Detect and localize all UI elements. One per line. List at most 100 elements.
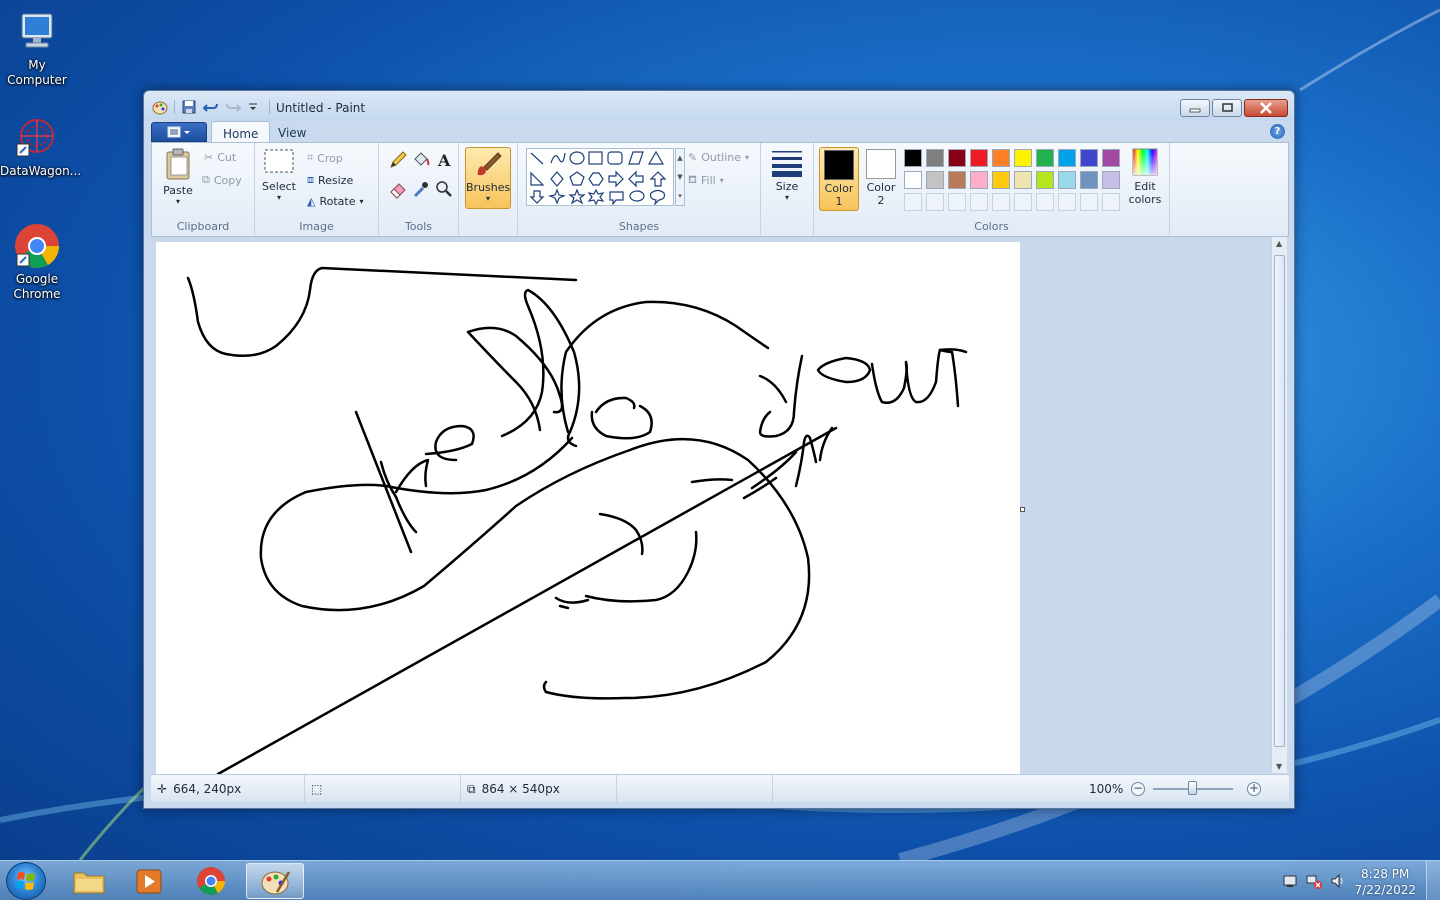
color2-button[interactable]: Color 2 <box>862 147 900 209</box>
action-center-icon[interactable] <box>1282 873 1298 892</box>
taskbar-explorer[interactable] <box>60 863 118 899</box>
taskbar-paint[interactable] <box>246 863 304 899</box>
paint-app-icon[interactable] <box>152 99 168 115</box>
help-icon[interactable]: ? <box>1270 124 1285 139</box>
cursor-position: ✛ 664, 240px <box>151 775 305 803</box>
taskbar-media-player[interactable] <box>120 863 178 899</box>
custom-color-slot[interactable] <box>926 193 944 211</box>
redo-icon[interactable] <box>225 99 242 115</box>
zoom-in-button[interactable]: + <box>1247 782 1261 796</box>
scroll-down-icon[interactable]: ▼ <box>1276 762 1282 771</box>
color1-button[interactable]: Color 1 <box>819 147 859 211</box>
palette-swatch[interactable] <box>948 171 966 189</box>
paint-menu-button[interactable] <box>151 122 207 142</box>
palette-swatch[interactable] <box>1014 171 1032 189</box>
crop-button[interactable]: ⌗ Crop <box>307 151 343 165</box>
custom-color-slot[interactable] <box>1036 193 1054 211</box>
volume-icon[interactable] <box>1330 873 1346 892</box>
palette-swatch[interactable] <box>904 149 922 167</box>
zoom-slider-thumb[interactable] <box>1188 781 1197 795</box>
show-desktop-button[interactable] <box>1426 861 1440 900</box>
undo-icon[interactable] <box>202 99 219 115</box>
custom-color-slot[interactable] <box>948 193 966 211</box>
size-button[interactable]: Size ▾ <box>767 147 807 202</box>
chevron-down-icon: ▾ <box>175 197 180 206</box>
color2-label: Color <box>866 181 896 194</box>
palette-swatch[interactable] <box>1080 171 1098 189</box>
brushes-button[interactable]: Brushes ▾ <box>465 147 511 209</box>
selection-icon: ⬚ <box>311 782 323 796</box>
palette-swatch[interactable] <box>926 149 944 167</box>
minimize-button[interactable] <box>1180 99 1210 117</box>
maximize-button[interactable] <box>1212 99 1242 117</box>
desktop-icon-google-chrome[interactable]: Google Chrome <box>0 222 74 302</box>
palette-swatch[interactable] <box>992 171 1010 189</box>
custom-color-slot[interactable] <box>1102 193 1120 211</box>
start-button[interactable] <box>6 862 46 900</box>
palette-swatch[interactable] <box>970 171 988 189</box>
custom-color-slot[interactable] <box>992 193 1010 211</box>
palette-swatch[interactable] <box>948 149 966 167</box>
scrollbar-thumb[interactable] <box>1274 255 1285 747</box>
outline-icon: ✎ <box>688 151 698 164</box>
fill-button[interactable]: ⛾ Fill ▾ <box>688 173 724 188</box>
text-icon[interactable]: A <box>433 149 453 170</box>
palette-swatch[interactable] <box>1080 149 1098 167</box>
chevron-down-icon: ▾ <box>745 153 750 162</box>
save-icon[interactable] <box>181 99 197 115</box>
palette-swatch[interactable] <box>904 171 922 189</box>
palette-swatch[interactable] <box>1102 149 1120 167</box>
magnifier-icon[interactable] <box>433 178 453 198</box>
customize-qat-icon[interactable] <box>247 99 263 115</box>
clock[interactable]: 8:28 PM 7/22/2022 <box>1354 866 1416 898</box>
custom-color-slot[interactable] <box>1058 193 1076 211</box>
palette-swatch[interactable] <box>1014 149 1032 167</box>
tab-home[interactable]: Home <box>211 121 271 143</box>
status-bar: ✛ 664, 240px ⬚ ⧉ 864 × 540px 100% − + <box>151 774 1289 803</box>
drawing-canvas[interactable] <box>156 242 1020 778</box>
palette-swatch[interactable] <box>1036 171 1054 189</box>
shapes-scroll[interactable]: ▲ ▼ ▾ <box>675 148 685 206</box>
title-bar[interactable]: Untitled - Paint <box>144 91 1294 121</box>
eraser-icon[interactable] <box>387 178 407 199</box>
custom-color-slot[interactable] <box>1014 193 1032 211</box>
select-button[interactable]: Select ▾ <box>259 147 299 202</box>
resize-button[interactable]: ⧈ Resize <box>307 173 353 187</box>
copy-button[interactable]: ⧉ Copy <box>202 173 242 187</box>
desktop-icon-datawagon[interactable]: DataWagon... <box>0 114 81 179</box>
resize-label: Resize <box>318 173 354 187</box>
custom-color-slot[interactable] <box>1080 193 1098 211</box>
edit-colors-label-2: colors <box>1128 193 1162 206</box>
palette-swatch[interactable] <box>1036 149 1054 167</box>
outline-button[interactable]: ✎ Outline ▾ <box>688 151 749 164</box>
network-icon[interactable] <box>1306 873 1322 892</box>
palette-swatch[interactable] <box>992 149 1010 167</box>
tab-view[interactable]: View <box>267 121 317 143</box>
shapes-group-label: Shapes <box>618 220 660 233</box>
rainbow-palette-icon <box>1132 148 1158 176</box>
copy-icon: ⧉ <box>202 173 210 186</box>
palette-swatch[interactable] <box>970 149 988 167</box>
desktop-icon-my-computer[interactable]: My Computer <box>0 8 74 88</box>
palette-swatch[interactable] <box>1102 171 1120 189</box>
canvas-resize-handle[interactable] <box>1020 507 1025 512</box>
paste-button[interactable]: Paste ▾ <box>157 147 199 206</box>
fill-bucket-icon[interactable] <box>410 149 430 169</box>
palette-swatch[interactable] <box>926 171 944 189</box>
taskbar-chrome[interactable] <box>182 863 240 899</box>
palette-swatch[interactable] <box>1058 149 1076 167</box>
edit-colors-button[interactable]: Edit colors <box>1124 147 1166 206</box>
custom-color-slot[interactable] <box>970 193 988 211</box>
custom-color-slot[interactable] <box>904 193 922 211</box>
zoom-out-button[interactable]: − <box>1131 782 1145 796</box>
cut-button[interactable]: ✂ Cut <box>204 151 236 164</box>
close-button[interactable] <box>1244 99 1288 117</box>
pencil-icon[interactable] <box>387 149 407 169</box>
size-label: Size <box>775 180 799 193</box>
vertical-scrollbar[interactable]: ▲ ▼ <box>1271 237 1287 773</box>
scroll-up-icon[interactable]: ▲ <box>1276 239 1282 248</box>
rotate-button[interactable]: ◭ Rotate ▾ <box>307 195 364 208</box>
palette-swatch[interactable] <box>1058 171 1076 189</box>
color-picker-icon[interactable] <box>410 178 430 198</box>
crop-label: Crop <box>317 151 343 165</box>
